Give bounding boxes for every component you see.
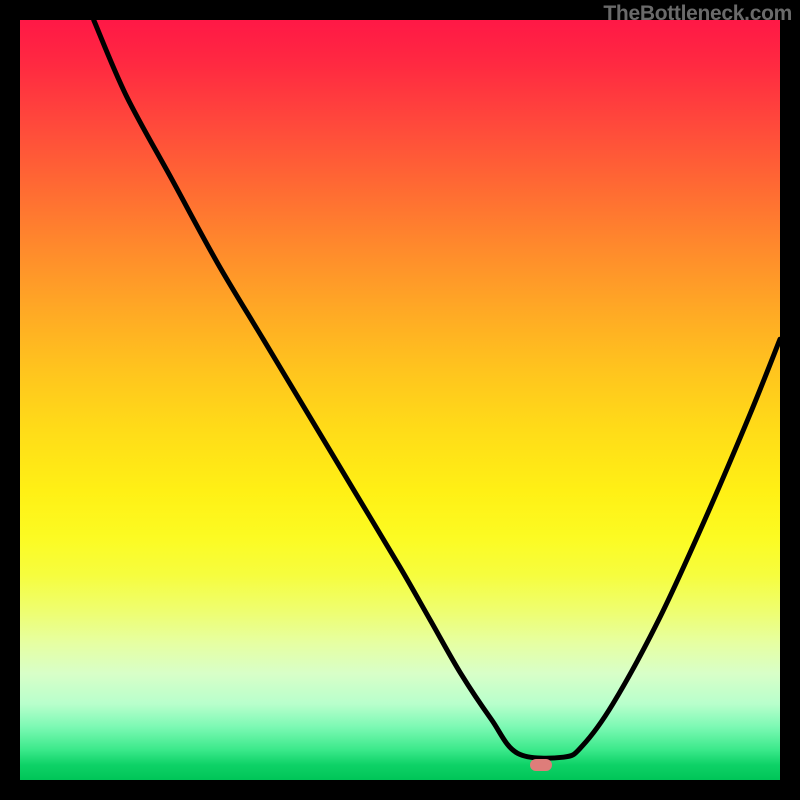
plot-area — [20, 20, 780, 780]
bottleneck-curve — [20, 20, 780, 780]
watermark: TheBottleneck.com — [603, 2, 792, 26]
chart-container: TheBottleneck.com — [0, 0, 800, 800]
optimal-marker — [530, 759, 552, 771]
